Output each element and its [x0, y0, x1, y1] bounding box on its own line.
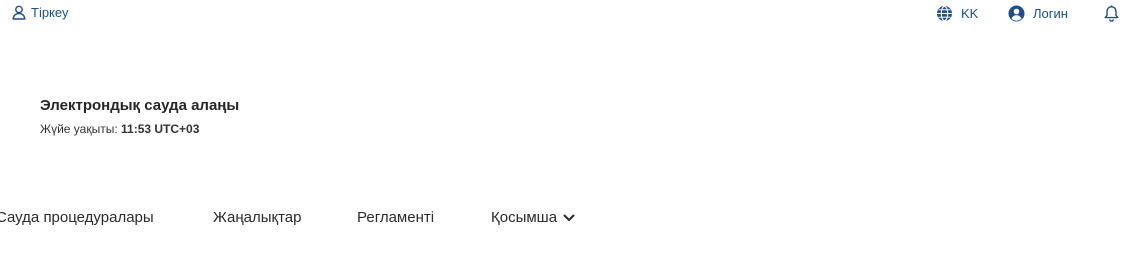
register-link[interactable]: Тіркеу: [12, 5, 68, 20]
notifications-button[interactable]: [1103, 5, 1120, 28]
nav-item-label: Сауда процедуралары: [0, 209, 154, 226]
nav-more-dropdown[interactable]: Қосымша: [491, 209, 575, 226]
nav-trade-procedures[interactable]: Сауда процедуралары: [0, 209, 154, 226]
nav-regulations[interactable]: Регламенті: [357, 209, 434, 226]
system-time: Жүйе уақыты: 11:53 UTC+03: [40, 122, 199, 136]
top-bar: Тіркеу KK Логин: [0, 0, 1144, 30]
user-outline-icon: [12, 5, 26, 20]
system-time-label: Жүйе уақыты:: [40, 122, 118, 136]
language-label: KK: [961, 6, 979, 21]
login-label: Логин: [1033, 6, 1068, 21]
nav-item-label: Қосымша: [491, 209, 558, 226]
login-link[interactable]: Логин: [1008, 5, 1068, 22]
register-label: Тіркеу: [31, 5, 69, 20]
nav-item-label: Жаңалықтар: [213, 209, 302, 226]
user-circle-icon: [1008, 5, 1025, 22]
language-switcher[interactable]: KK: [936, 5, 978, 22]
chevron-down-icon: [563, 214, 575, 222]
system-time-value: 11:53 UTC+03: [121, 122, 200, 136]
bell-icon: [1103, 5, 1120, 23]
site-title: Электрондық сауда алаңы: [40, 97, 240, 114]
main-nav: Сауда процедуралары Жаңалықтар Регламент…: [0, 209, 1144, 231]
globe-icon: [936, 5, 953, 22]
nav-news[interactable]: Жаңалықтар: [213, 209, 301, 226]
nav-item-label: Регламенті: [357, 209, 435, 226]
